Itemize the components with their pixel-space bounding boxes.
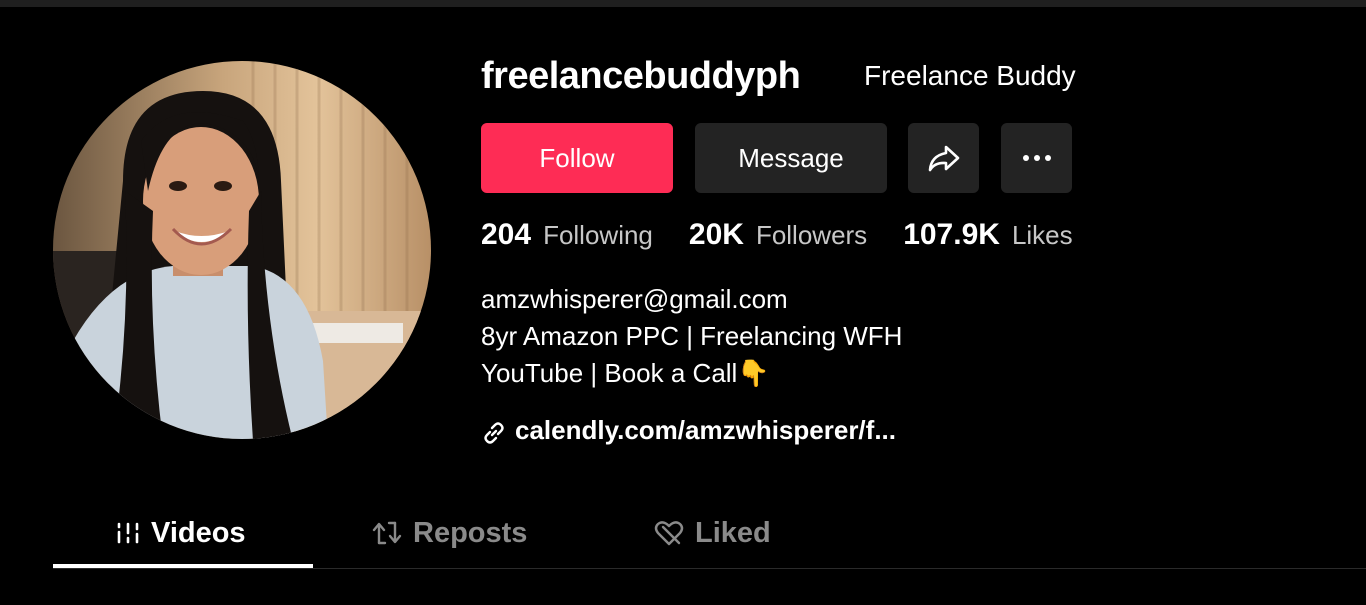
grid-bars-icon [117,522,139,544]
stat-likes: 107.9K Likes [903,218,1072,252]
stat-label: Likes [1011,220,1073,250]
stat-following[interactable]: 204 Following [481,218,653,252]
top-bar [0,0,1366,7]
tab-reposts[interactable]: Reposts [371,500,527,566]
stat-followers[interactable]: 20K Followers [689,218,867,252]
stat-label: Following [543,220,653,250]
heart-off-icon [654,521,684,546]
stats-row: 204 Following 20K Followers 107.9K Likes [481,218,1109,252]
bio-line: 8yr Amazon PPC | Freelancing WFH [481,321,903,351]
stat-value: 204 [481,218,532,251]
avatar-photo [53,61,431,439]
bio-email: amzwhisperer@gmail.com [481,284,788,314]
active-tab-indicator [53,564,313,568]
repost-arrows-icon [372,521,402,545]
follow-button[interactable]: Follow [481,123,673,193]
username: freelancebuddyph [481,55,801,97]
stat-value: 20K [688,218,744,251]
tab-label: Liked [695,516,771,549]
bio-link-text: calendly.com/amzwhisperer/f... [515,415,896,445]
tab-label: Reposts [413,516,528,549]
link-icon [484,421,504,444]
bio: amzwhisperer@gmail.com 8yr Amazon PPC | … [481,281,902,392]
tab-videos[interactable]: Videos [115,500,246,566]
more-options-button[interactable] [1001,123,1072,193]
bio-link[interactable]: calendly.com/amzwhisperer/f... [481,415,896,446]
share-arrow-icon [928,145,959,172]
bio-line: YouTube | Book a Call👇 [481,358,770,388]
message-button[interactable]: Message [695,123,887,193]
tab-liked[interactable]: Liked [653,500,771,566]
avatar[interactable] [53,61,431,439]
more-dots-icon [1022,155,1051,161]
profile-tabs: Videos Reposts Liked [53,500,1366,569]
stat-label: Followers [755,220,868,250]
share-button[interactable] [908,123,979,193]
stat-value: 107.9K [903,218,1000,251]
display-name: Freelance Buddy [864,60,1076,91]
profile-page: freelancebuddyph Freelance Buddy Follow … [0,0,1366,605]
tab-label: Videos [151,516,246,549]
